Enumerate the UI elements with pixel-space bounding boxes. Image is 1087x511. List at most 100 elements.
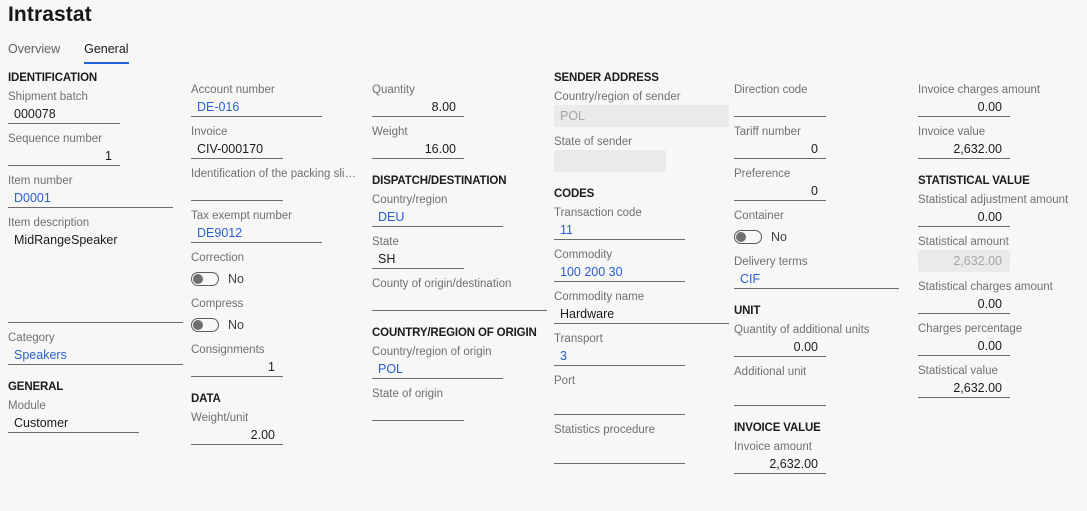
delivery-terms-input[interactable]: CIF [734, 270, 899, 289]
form-columns: IDENTIFICATION Shipment batch 000078 Seq… [0, 72, 1087, 482]
country-region-origin-input[interactable]: POL [372, 360, 503, 379]
invoice-charges-amount-input[interactable]: 0.00 [918, 98, 1010, 117]
item-description-input[interactable]: MidRangeSpeaker [8, 231, 183, 323]
column-sender-codes: SENDER ADDRESS Country/region of sender … [548, 72, 729, 482]
category-label: Category [8, 332, 55, 344]
transaction-code-label: Transaction code [554, 207, 642, 219]
transaction-code-input[interactable]: 11 [554, 221, 685, 240]
state-input[interactable]: SH [372, 250, 464, 269]
field-weight: Weight 16.00 [372, 125, 542, 159]
commodity-name-input[interactable]: Hardware [554, 305, 729, 324]
tariff-number-input[interactable]: 0 [734, 140, 826, 159]
correction-toggle[interactable]: No [191, 268, 360, 289]
module-input[interactable]: Customer [8, 414, 139, 433]
commodity-label: Commodity [554, 249, 613, 261]
direction-code-input[interactable] [734, 98, 826, 117]
statistical-charges-amount-label: Statistical charges amount [918, 281, 1053, 293]
invoice-value-label: Invoice value [918, 126, 986, 138]
county-origin-destination-label: County of origin/destination [372, 278, 512, 290]
container-toggle[interactable]: No [734, 226, 904, 247]
category-input[interactable]: Speakers [8, 346, 183, 365]
field-quantity: Quantity 8.00 [372, 83, 542, 117]
toggle-switch-icon[interactable] [191, 317, 219, 332]
statistical-value-label: Statistical value [918, 365, 998, 377]
packing-slip-input[interactable] [191, 182, 283, 201]
field-shipment-batch: Shipment batch 000078 [8, 90, 179, 124]
field-transaction-code: Transaction code 11 [554, 206, 723, 240]
transport-input[interactable]: 3 [554, 347, 685, 366]
field-consignments: Consignments 1 [191, 343, 360, 377]
section-header-general: GENERAL [8, 381, 64, 393]
field-item-number: Item number D0001 [8, 174, 179, 208]
shipment-batch-input[interactable]: 000078 [8, 105, 120, 124]
field-packing-slip: Identification of the packing slip... [191, 167, 360, 201]
statistics-procedure-label: Statistics procedure [554, 424, 655, 436]
port-input[interactable] [554, 389, 685, 415]
country-region-input[interactable]: DEU [372, 208, 503, 227]
sequence-number-label: Sequence number [8, 133, 102, 145]
tab-overview[interactable]: Overview [8, 42, 60, 64]
section-header-sender-address: SENDER ADDRESS [554, 72, 659, 84]
field-weight-unit: Weight/unit 2.00 [191, 411, 360, 445]
additional-unit-input[interactable] [734, 380, 826, 406]
quantity-additional-units-input[interactable]: 0.00 [734, 338, 826, 357]
column-direction-unit: Direction code Tariff number 0 Preferenc… [729, 72, 910, 482]
item-number-label: Item number [8, 175, 73, 187]
toggle-switch-icon[interactable] [734, 229, 762, 244]
invoice-amount-label: Invoice amount [734, 441, 812, 453]
port-label: Port [554, 375, 576, 387]
invoice-input[interactable]: CIV-000170 [191, 140, 283, 159]
state-origin-input[interactable] [372, 402, 464, 421]
quantity-input[interactable]: 8.00 [372, 98, 464, 117]
country-sender-input: POL [554, 105, 729, 127]
correction-toggle-value: No [228, 271, 244, 286]
consignments-input[interactable]: 1 [191, 358, 283, 377]
commodity-input[interactable]: 100 200 30 [554, 263, 685, 282]
field-sequence-number: Sequence number 1 [8, 132, 179, 166]
invoice-label: Invoice [191, 126, 228, 138]
section-header-country-region-origin: COUNTRY/REGION OF ORIGIN [372, 327, 537, 339]
tab-general[interactable]: General [84, 42, 129, 64]
weight-input[interactable]: 16.00 [372, 140, 464, 159]
invoice-charges-amount-label: Invoice charges amount [918, 84, 1041, 96]
country-sender-label: Country/region of sender [554, 91, 681, 103]
statistics-procedure-input[interactable] [554, 438, 685, 464]
field-statistical-adjustment-amount: Statistical adjustment amount 0.00 [918, 193, 1081, 227]
tariff-number-label: Tariff number [734, 126, 801, 138]
field-invoice-value: Invoice value 2,632.00 [918, 125, 1081, 159]
statistical-value-input[interactable]: 2,632.00 [918, 379, 1010, 398]
county-origin-destination-input[interactable] [372, 292, 547, 311]
field-container: Container No [734, 209, 904, 247]
field-tariff-number: Tariff number 0 [734, 125, 904, 159]
sequence-number-input[interactable]: 1 [8, 147, 120, 166]
statistical-charges-amount-input[interactable]: 0.00 [918, 295, 1010, 314]
invoice-amount-input[interactable]: 2,632.00 [734, 455, 826, 474]
field-compress: Compress No [191, 297, 360, 335]
toggle-switch-icon[interactable] [191, 271, 219, 286]
correction-label: Correction [191, 252, 245, 264]
tabstrip: Overview General [8, 42, 129, 64]
field-charges-percentage: Charges percentage 0.00 [918, 322, 1081, 356]
field-preference: Preference 0 [734, 167, 904, 201]
preference-input[interactable]: 0 [734, 182, 826, 201]
charges-percentage-input[interactable]: 0.00 [918, 337, 1010, 356]
field-country-region: Country/region DEU [372, 193, 542, 227]
item-number-input[interactable]: D0001 [8, 189, 173, 208]
field-quantity-additional-units: Quantity of additional units 0.00 [734, 323, 904, 357]
field-account-number: Account number DE-016 [191, 83, 360, 117]
account-number-input[interactable]: DE-016 [191, 98, 322, 117]
direction-code-label: Direction code [734, 84, 808, 96]
field-correction: Correction No [191, 251, 360, 289]
field-statistical-value: Statistical value 2,632.00 [918, 364, 1081, 398]
statistical-adjustment-amount-input[interactable]: 0.00 [918, 208, 1010, 227]
section-header-unit: UNIT [734, 305, 761, 317]
statistical-amount-label: Statistical amount [918, 236, 1009, 248]
field-additional-unit: Additional unit [734, 365, 904, 406]
invoice-value-input[interactable]: 2,632.00 [918, 140, 1010, 159]
tax-exempt-number-input[interactable]: DE9012 [191, 224, 322, 243]
field-state-origin: State of origin [372, 387, 542, 421]
weight-unit-input[interactable]: 2.00 [191, 426, 283, 445]
compress-label: Compress [191, 298, 244, 310]
field-state-sender: State of sender [554, 135, 723, 172]
compress-toggle[interactable]: No [191, 314, 360, 335]
